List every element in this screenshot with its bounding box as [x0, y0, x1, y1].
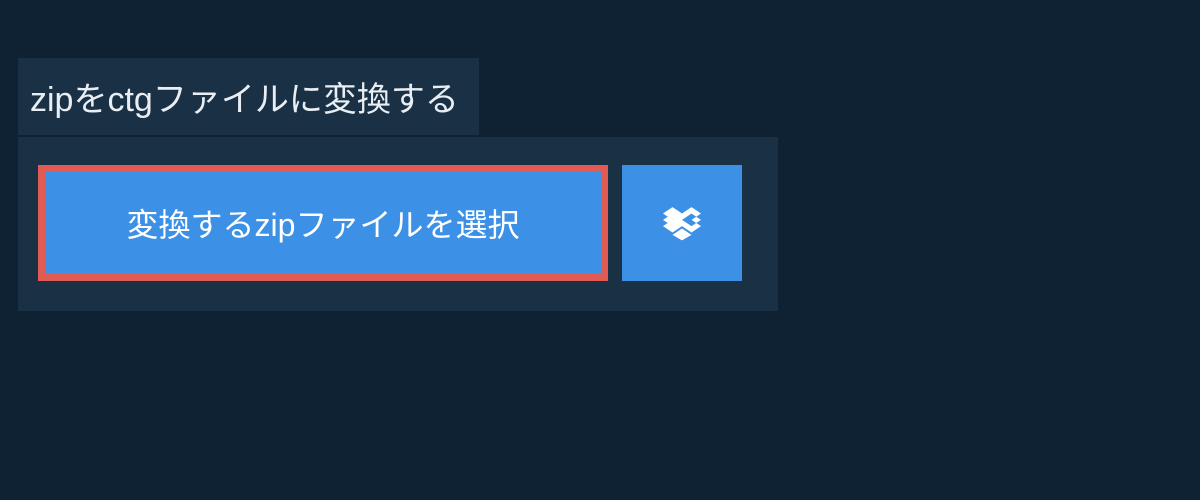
dropbox-button[interactable] [622, 165, 742, 281]
dropbox-icon [663, 204, 701, 242]
button-row: 変換するzipファイルを選択 [38, 165, 758, 281]
page-title-text: zipをctgファイルに変換する [30, 81, 459, 119]
select-file-button-label: 変換するzipファイルを選択 [127, 200, 520, 246]
select-file-button[interactable]: 変換するzipファイルを選択 [38, 165, 608, 281]
upload-panel: 変換するzipファイルを選択 [18, 137, 778, 311]
page-title: zipをctgファイルに変換する [18, 58, 479, 135]
main-container: zipをctgファイルに変換する 変換するzipファイルを選択 [0, 0, 1200, 311]
